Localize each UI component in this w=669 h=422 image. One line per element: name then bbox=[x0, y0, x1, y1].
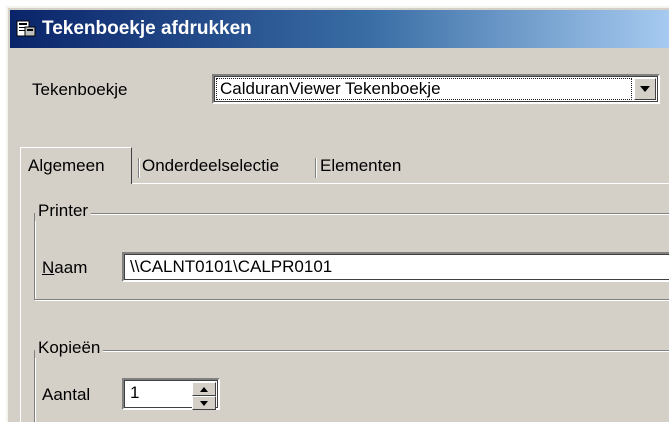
chevron-down-icon bbox=[200, 400, 208, 406]
print-dialog-window: Tekenboekje afdrukken Tekenboekje Caldur… bbox=[6, 6, 669, 422]
chevron-down-icon bbox=[640, 86, 650, 92]
dropdown-arrow-button[interactable] bbox=[634, 78, 656, 100]
spin-up-button[interactable] bbox=[192, 382, 216, 396]
tekenboekje-selected: CalduranViewer Tekenboekje bbox=[220, 79, 441, 98]
chevron-up-icon bbox=[200, 386, 208, 392]
title-bar[interactable]: Tekenboekje afdrukken bbox=[10, 10, 669, 48]
tekenboekje-dropdown[interactable]: CalduranViewer Tekenboekje bbox=[212, 74, 660, 104]
name-mnemonic: N bbox=[42, 258, 55, 277]
printer-name-field[interactable]: \\CALNT0101\CALPR0101 bbox=[122, 252, 669, 282]
print-book-icon bbox=[16, 19, 36, 39]
window-title: Tekenboekje afdrukken bbox=[42, 18, 252, 39]
tab-elementen[interactable]: Elementen bbox=[320, 156, 401, 176]
copies-count-field[interactable]: 1 bbox=[122, 378, 220, 410]
spin-down-button[interactable] bbox=[192, 396, 216, 410]
printer-group-label: Printer bbox=[35, 201, 92, 221]
copies-group-label: Kopieën bbox=[35, 338, 104, 358]
tab-separator bbox=[315, 158, 317, 178]
name-label-rest: aam bbox=[54, 258, 88, 277]
tab-panel-border bbox=[20, 184, 21, 422]
copies-count-label: Aantal bbox=[42, 385, 91, 404]
tab-onderdeelselectie[interactable]: Onderdeelselectie bbox=[142, 156, 279, 176]
tab-algemeen-label: Algemeen bbox=[28, 156, 105, 175]
copies-count-value: 1 bbox=[130, 383, 140, 402]
tab-separator bbox=[138, 158, 140, 178]
tekenboekje-label: Tekenboekje bbox=[32, 80, 128, 99]
printer-name-label: Naam bbox=[42, 258, 87, 278]
printer-name-value: \\CALNT0101\CALPR0101 bbox=[130, 257, 333, 276]
